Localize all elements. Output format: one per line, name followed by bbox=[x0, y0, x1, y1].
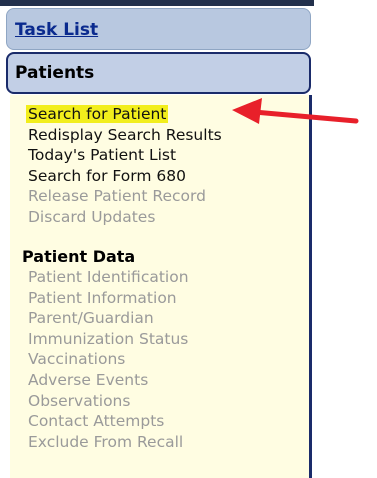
left-arrow-icon bbox=[232, 98, 359, 124]
